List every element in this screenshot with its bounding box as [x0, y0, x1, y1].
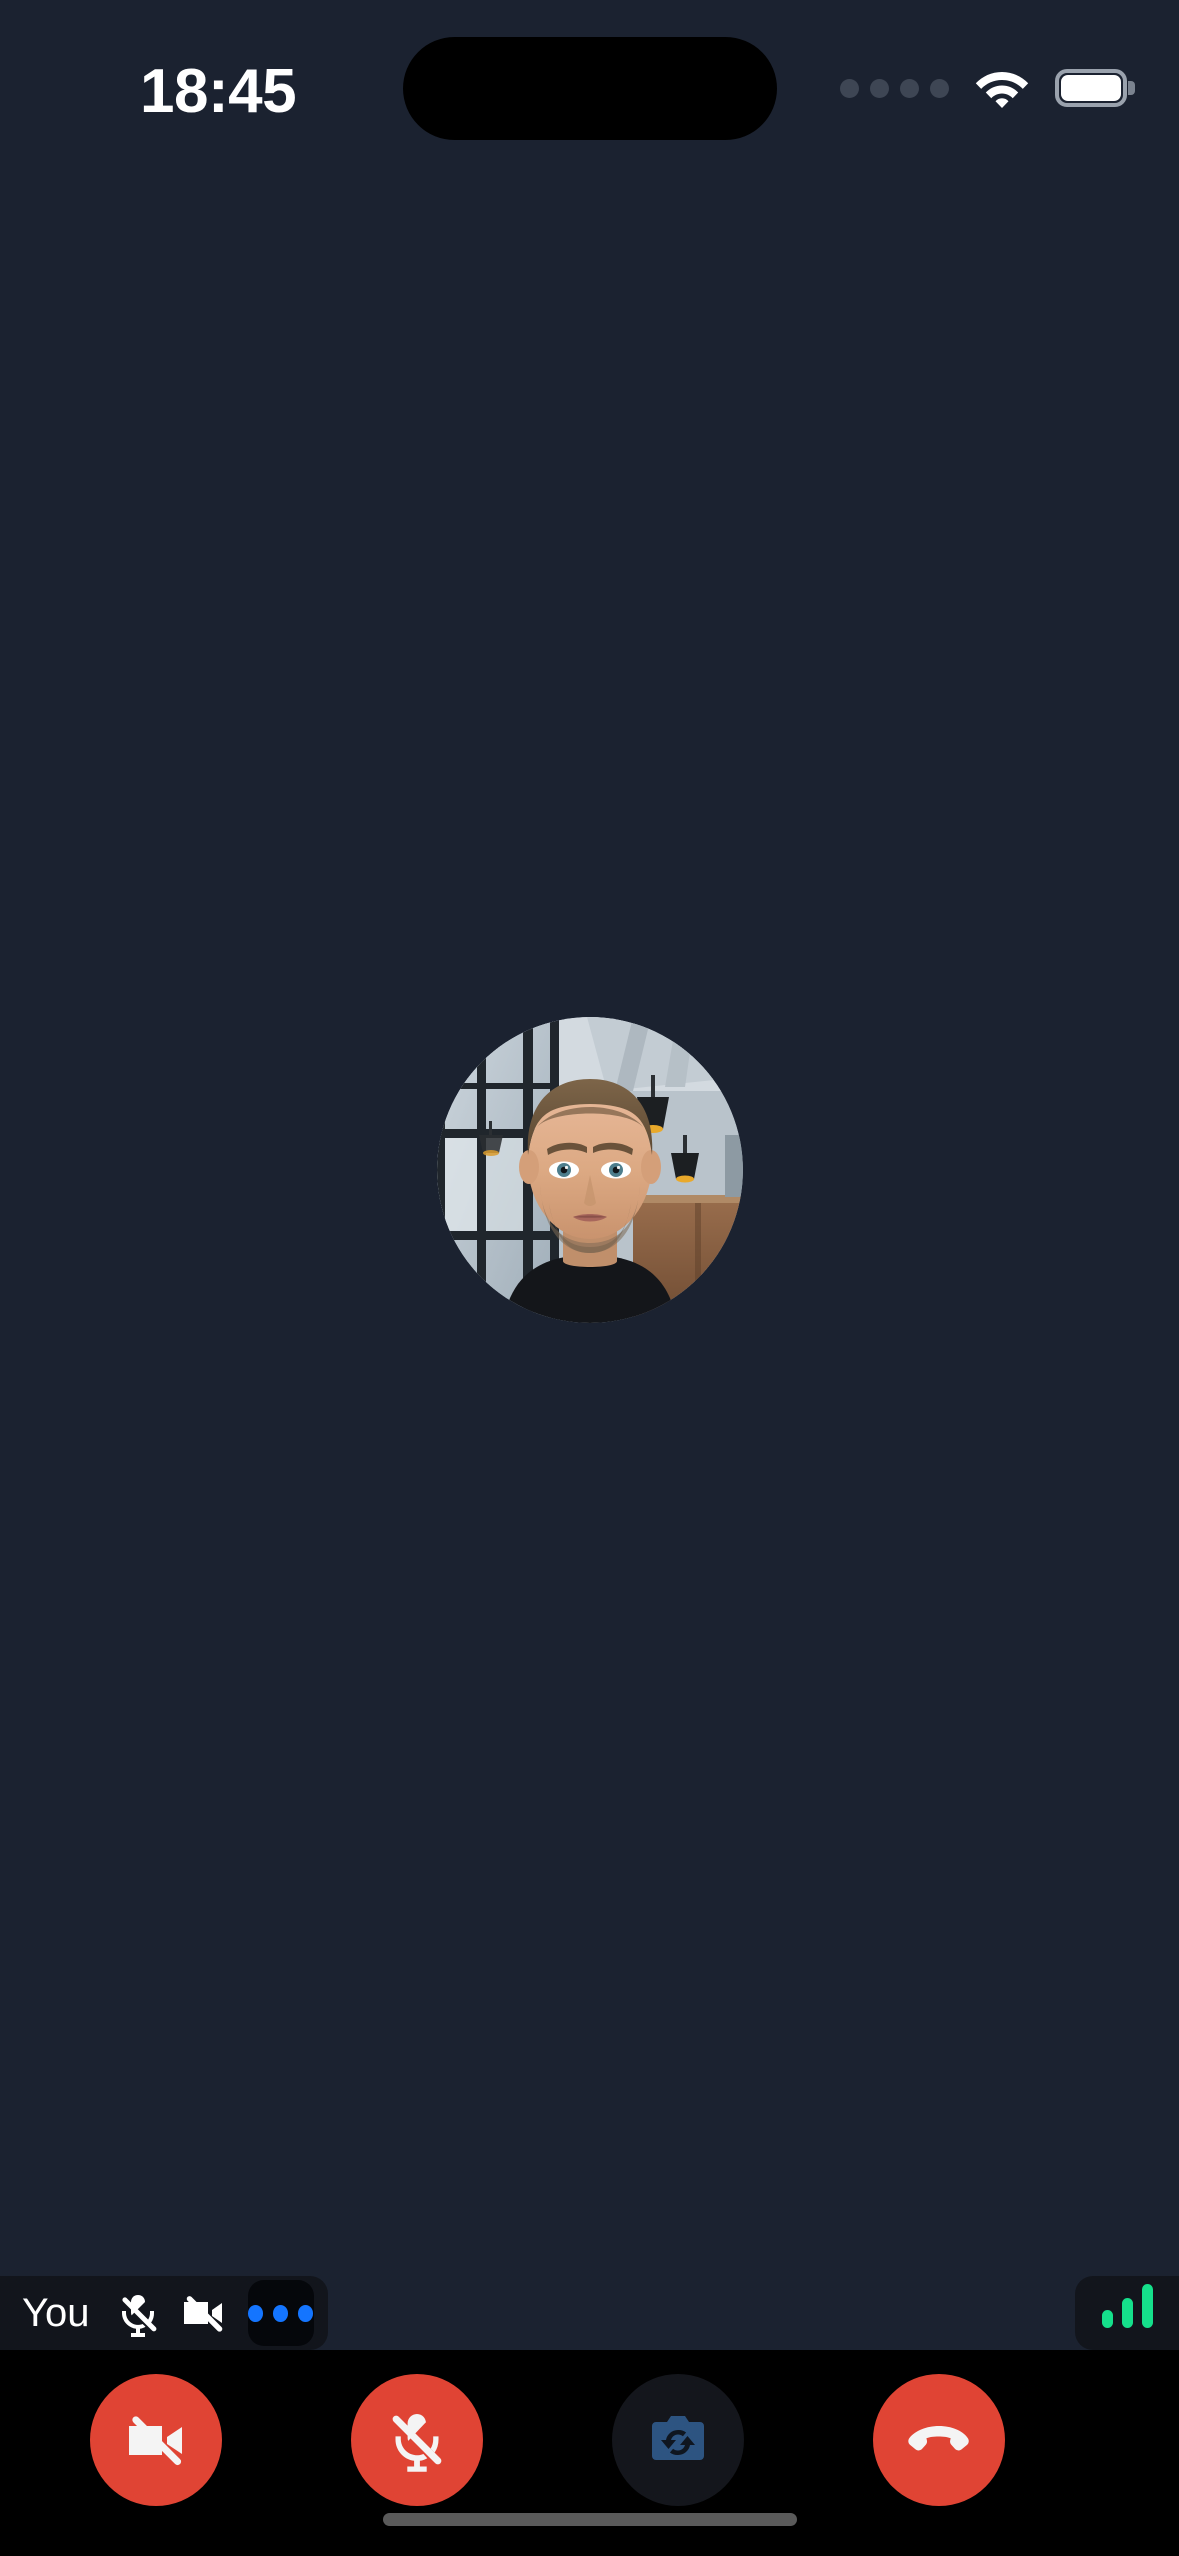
- signal-bar-3: [1141, 2284, 1153, 2328]
- more-options-button[interactable]: [247, 2280, 314, 2346]
- cellular-dots-icon: [840, 78, 949, 98]
- signal-strength-icon: [1075, 2276, 1179, 2350]
- cellular-dot-4: [930, 78, 949, 98]
- end-call-icon: [908, 2426, 969, 2451]
- video-off-icon: [129, 2416, 182, 2466]
- more-dot-2: [272, 2304, 289, 2322]
- cellular-dot-3: [900, 78, 919, 98]
- battery-fill: [1061, 75, 1121, 101]
- self-view-label-pill: You: [0, 2276, 328, 2350]
- avatar-image: [437, 1017, 743, 1323]
- participant-avatar: [437, 1017, 743, 1323]
- switch-camera-icon: [652, 2416, 704, 2460]
- dynamic-island: [403, 37, 777, 140]
- end-call-button[interactable]: [873, 2374, 1005, 2506]
- more-dot-1: [247, 2304, 263, 2322]
- switch-camera-button[interactable]: [612, 2374, 744, 2506]
- mic-toggle-button[interactable]: [351, 2374, 483, 2506]
- self-view-label: You: [22, 2291, 90, 2335]
- microphone-off-icon: [121, 2295, 156, 2337]
- phone-screen: You 18:45: [0, 0, 1179, 2556]
- microphone-off-icon: [392, 2414, 442, 2472]
- home-indicator[interactable]: [383, 2513, 797, 2526]
- cellular-dot-1: [840, 78, 859, 98]
- status-bar-indicators: [840, 60, 1135, 116]
- video-toggle-button[interactable]: [90, 2374, 222, 2506]
- video-stage[interactable]: You: [0, 0, 1179, 2350]
- wifi-icon: [975, 72, 1029, 108]
- battery-full-icon: [1055, 69, 1135, 107]
- status-bar-time: 18:45: [140, 57, 297, 126]
- cellular-dot-2: [870, 78, 889, 98]
- more-dot-3: [298, 2304, 314, 2322]
- video-off-icon: [183, 2296, 222, 2332]
- battery-cap: [1128, 81, 1135, 95]
- signal-bar-1: [1101, 2310, 1113, 2328]
- signal-bar-2: [1121, 2298, 1133, 2328]
